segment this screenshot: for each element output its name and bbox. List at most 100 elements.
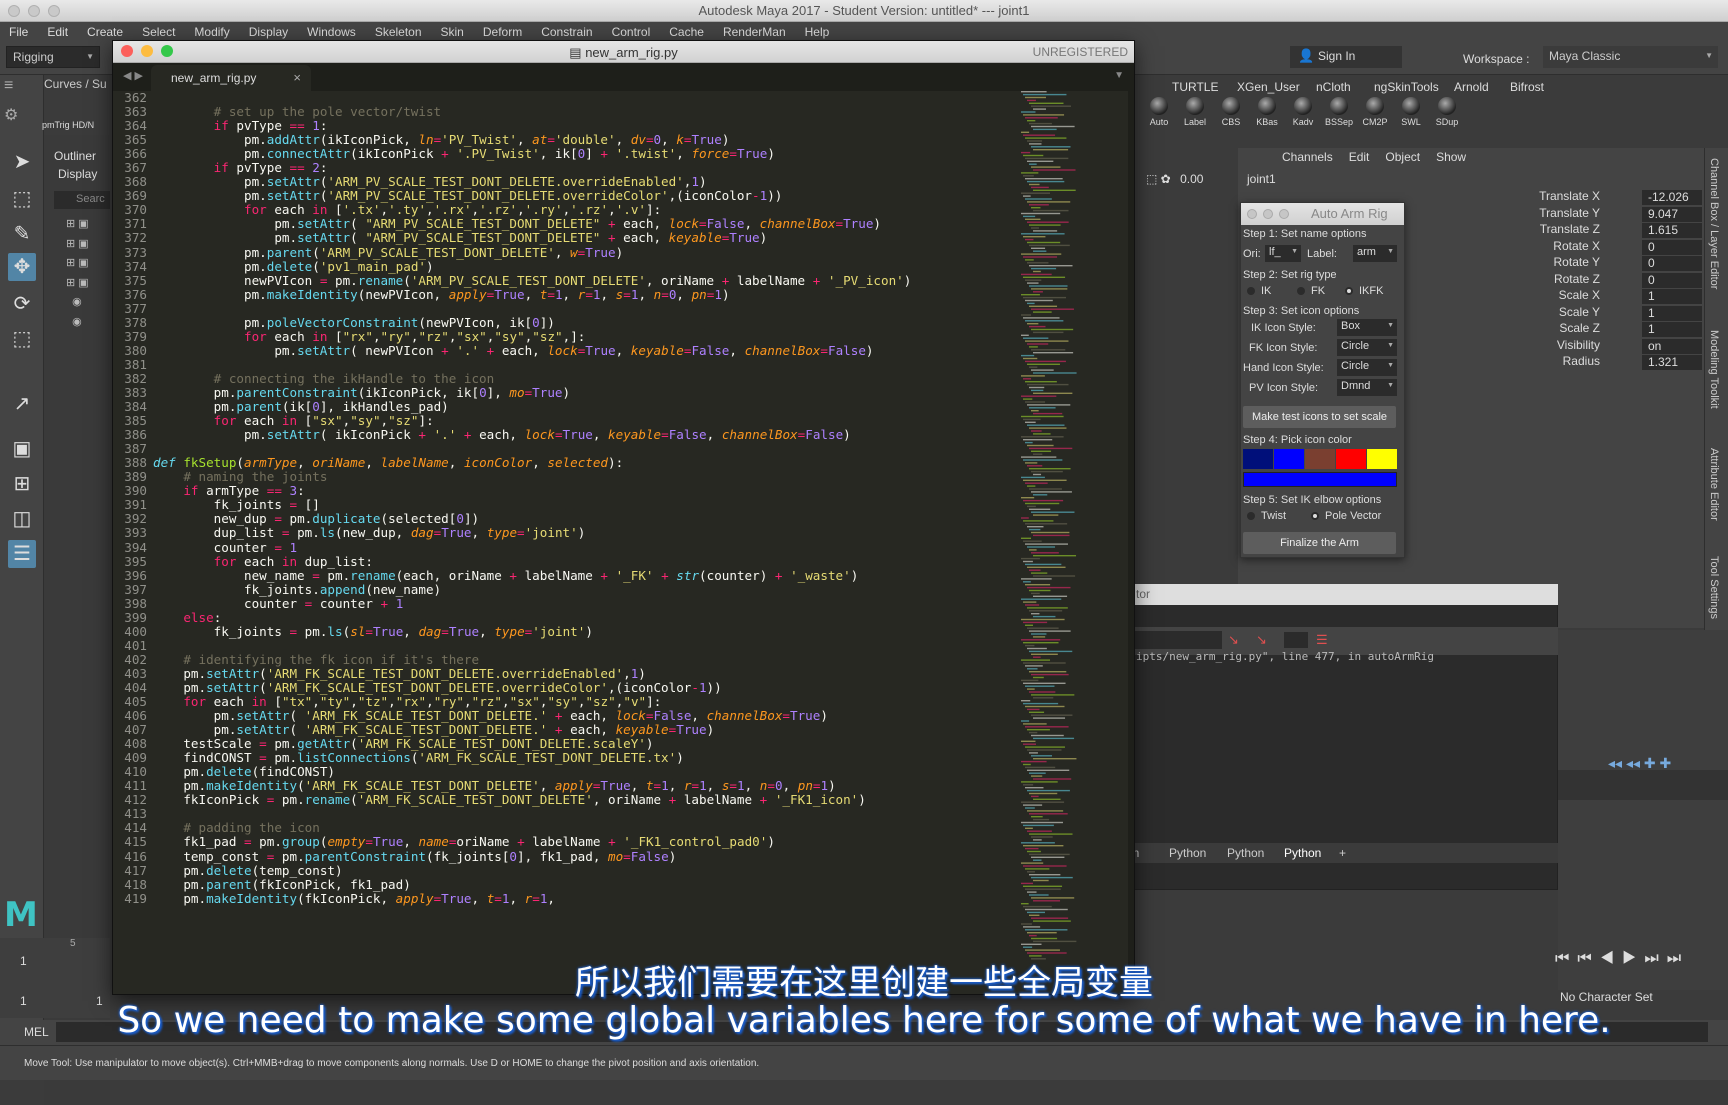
lasso-tool-icon[interactable]: ⬚	[8, 185, 36, 213]
menu-constrain[interactable]: Constrain	[541, 25, 592, 39]
menu-create[interactable]: Create	[87, 25, 123, 39]
attr-name[interactable]: Rotate Z	[1500, 272, 1600, 286]
echo-icon[interactable]: ↘	[1228, 632, 1239, 648]
attr-name[interactable]: Visibility	[1500, 338, 1600, 352]
color-swatch[interactable]	[1305, 449, 1335, 469]
code-line[interactable]: pm.setAttr( ikIconPick + '.' + each, loc…	[153, 428, 1013, 442]
close-tab-icon[interactable]: ×	[293, 70, 301, 85]
sign-in-button[interactable]: 👤 Sign In	[1290, 46, 1402, 68]
code-line[interactable]: testScale = pm.getAttr('ARM_FK_SCALE_TES…	[153, 737, 1013, 751]
shelf-tab-turtle[interactable]: TURTLE	[1172, 80, 1218, 94]
paint-tool-icon[interactable]: ✎	[8, 220, 36, 248]
code-line[interactable]: if armType == 3:	[153, 484, 1013, 498]
attr-name[interactable]: Scale Z	[1500, 321, 1600, 335]
attr-value[interactable]: 1	[1642, 305, 1702, 321]
rotate-tool-icon[interactable]: ⟳	[8, 290, 36, 318]
shelf-button-bssep[interactable]: BSSep	[1324, 97, 1354, 127]
shelf-button-kbas[interactable]: KBas	[1252, 97, 1282, 127]
code-line[interactable]: newPVIcon = pm.rename('ARM_PV_SCALE_TEST…	[153, 273, 1013, 288]
code-area[interactable]: # set up the pole vector/twist if pvType…	[153, 91, 1013, 906]
code-line[interactable]: pm.setAttr('ARM_PV_SCALE_TEST_DONT_DELET…	[153, 175, 1013, 189]
shelf-menu-icon[interactable]: ≡	[4, 77, 13, 95]
menu-deform[interactable]: Deform	[483, 25, 522, 39]
code-line[interactable]: pm.setAttr( 'ARM_FK_SCALE_TEST_DONT_DELE…	[153, 709, 1013, 723]
code-line[interactable]	[153, 639, 1013, 653]
code-line[interactable]: pm.makeIdentity(fkIconPick, apply=True, …	[153, 891, 1013, 906]
make-test-icons-button[interactable]: Make test icons to set scale	[1243, 406, 1396, 428]
shelf-button-cbs[interactable]: CBS	[1216, 97, 1246, 127]
code-line[interactable]: pm.setAttr('ARM_PV_SCALE_TEST_DONT_DELET…	[153, 189, 1013, 203]
shelf-buttons-left[interactable]: pmTrig HD/N	[42, 96, 110, 132]
outliner-search-input[interactable]: Searc	[54, 191, 110, 209]
shelf-button-swl[interactable]: SWL	[1396, 97, 1426, 127]
shelf-tab-arnold[interactable]: Arnold	[1454, 80, 1489, 94]
code-line[interactable]: pm.setAttr( 'ARM_FK_SCALE_TEST_DONT_DELE…	[153, 723, 1013, 737]
menu-cache[interactable]: Cache	[669, 25, 704, 39]
color-swatch[interactable]	[1243, 449, 1273, 469]
script-tab-2[interactable]: Python	[1227, 846, 1264, 860]
rig-type-ikfk-radio[interactable]: IKFK	[1345, 285, 1383, 297]
shelf-tab-xgen_user[interactable]: XGen_User	[1237, 80, 1300, 94]
code-line[interactable]: fk1_pad = pm.group(empty=True, name=oriN…	[153, 835, 1013, 849]
attr-value[interactable]: 9.047	[1642, 206, 1702, 222]
code-line[interactable]: if pvType == 2:	[153, 161, 1013, 175]
code-line[interactable]: counter = counter + 1	[153, 596, 1013, 611]
code-line[interactable]: pm.makeIdentity('ARM_FK_SCALE_TEST_DONT_…	[153, 779, 1013, 793]
outliner-list[interactable]: ⊞ ▣ ⊞ ▣ ⊞ ▣ ⊞ ▣ ◉ ◉	[66, 215, 89, 332]
right-tab-1[interactable]: Modeling Toolkit	[1708, 330, 1720, 409]
select-tool-icon[interactable]: ➤	[8, 148, 36, 176]
attr-value[interactable]: -12.026	[1642, 190, 1702, 205]
code-line[interactable]: for each in ['.tx','.ty','.rx','.rz','.r…	[153, 203, 1013, 217]
code-line[interactable]: # identifying the fk icon if it's there	[153, 652, 1013, 667]
script-editor-field[interactable]	[1130, 631, 1222, 649]
elbow-twist-radio[interactable]: Twist	[1247, 510, 1286, 522]
code-line[interactable]: pm.setAttr( "ARM_PV_SCALE_TEST_DONT_DELE…	[153, 217, 1013, 231]
attr-value[interactable]: 0	[1642, 272, 1702, 288]
single-perspective-icon[interactable]: ▣	[8, 435, 36, 463]
attr-name[interactable]: Rotate Y	[1500, 255, 1600, 269]
menu-help[interactable]: Help	[805, 25, 830, 39]
code-line[interactable]	[153, 442, 1013, 456]
code-line[interactable]: pm.setAttr('ARM_FK_SCALE_TEST_DONT_DELET…	[153, 680, 1013, 695]
tab-menu-icon[interactable]: ▼	[1114, 70, 1124, 81]
shelf-button-cm2p[interactable]: CM2P	[1360, 97, 1390, 127]
code-line[interactable]: fk_joints = pm.ls(sl=True, dag=True, typ…	[153, 624, 1013, 639]
script-tab-3[interactable]: Python	[1284, 846, 1321, 860]
shelf-tab-ncloth[interactable]: nCloth	[1316, 80, 1351, 94]
attr-name[interactable]: Radius	[1500, 354, 1600, 368]
shelf-tab-bifrost[interactable]: Bifrost	[1510, 80, 1544, 94]
code-line[interactable]: fk_joints = []	[153, 498, 1013, 512]
code-line[interactable]: pm.makeIdentity(newPVIcon, apply=True, t…	[153, 287, 1013, 302]
code-line[interactable]: new_name = pm.rename(each, oriName + lab…	[153, 568, 1013, 583]
shelf-tab-ngskintools[interactable]: ngSkinTools	[1374, 80, 1439, 94]
code-line[interactable]: for each in dup_list:	[153, 554, 1013, 569]
code-line[interactable]: pm.parentConstraint(ikIconPick, ik[0], m…	[153, 385, 1013, 400]
gear-icon[interactable]: ⚙	[4, 105, 18, 125]
pv-style-dropdown[interactable]: Dmnd	[1337, 379, 1397, 396]
history-field[interactable]	[1284, 632, 1308, 648]
attr-value[interactable]: 1	[1642, 322, 1702, 337]
workspace-dropdown[interactable]: Maya Classic	[1543, 46, 1718, 68]
minimap[interactable]	[1021, 91, 1121, 991]
menu-select[interactable]: Select	[142, 25, 175, 39]
code-line[interactable]: pm.delete(temp_const)	[153, 863, 1013, 878]
code-line[interactable]: # connecting the ikHandle to the icon	[153, 371, 1013, 386]
shelf-button-kadv[interactable]: Kadv	[1288, 97, 1318, 127]
channel-menu-object[interactable]: Object	[1385, 150, 1420, 164]
code-line[interactable]: # padding the icon	[153, 821, 1013, 835]
menu-skin[interactable]: Skin	[441, 25, 464, 39]
scale-tool-icon[interactable]: ⬚	[8, 325, 36, 353]
code-line[interactable]: findCONST = pm.listConnections('ARM_FK_S…	[153, 751, 1013, 765]
four-view-icon[interactable]: ⊞	[8, 470, 36, 498]
code-line[interactable]: for each in ["rx","ry","rz","sx","sy","s…	[153, 329, 1013, 344]
code-line[interactable]: pm.setAttr( newPVIcon + '.' + each, lock…	[153, 343, 1013, 358]
finalize-arm-button[interactable]: Finalize the Arm	[1243, 532, 1396, 554]
tab-new-arm-rig[interactable]: new_arm_rig.py ×	[151, 65, 311, 91]
code-line[interactable]: # naming the joints	[153, 470, 1013, 484]
code-line[interactable]: # set up the pole vector/twist	[153, 105, 1013, 119]
menu-file[interactable]: File	[9, 25, 28, 39]
code-line[interactable]: pm.parent('ARM_PV_SCALE_TEST_DONT_DELETE…	[153, 245, 1013, 260]
menu-renderman[interactable]: RenderMan	[723, 25, 786, 39]
attr-name[interactable]: Translate Y	[1500, 206, 1600, 220]
display-menu[interactable]: Display	[58, 167, 97, 181]
